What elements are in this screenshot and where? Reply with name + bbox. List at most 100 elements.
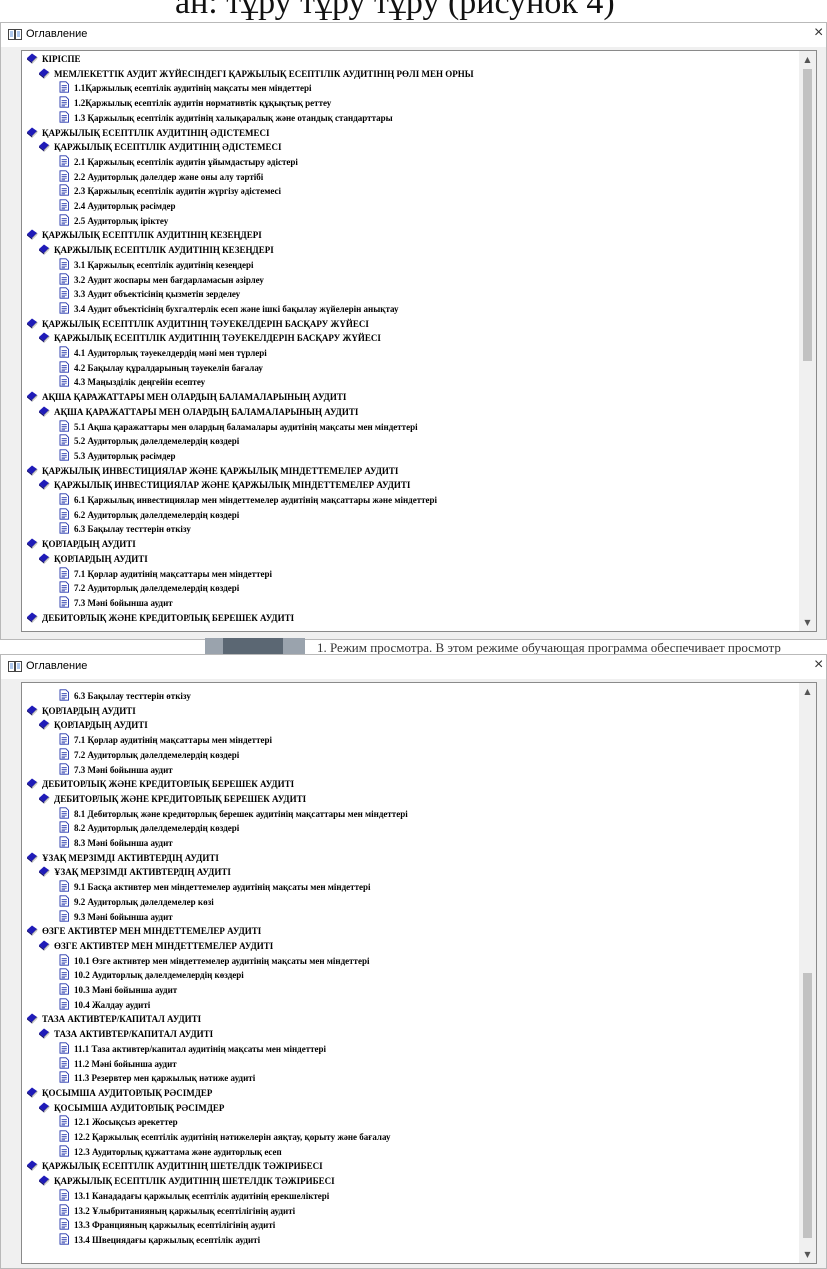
scroll-up-icon[interactable]: ▲ [799, 683, 816, 700]
tree-topic-item[interactable]: 7.3 Мәні бойынша аудит [58, 596, 173, 610]
tree-topic-item[interactable]: 13.1 Канададағы қаржылық есептілік аудит… [58, 1189, 329, 1203]
book-icon [39, 68, 50, 79]
contents-tree-pane[interactable]: КІРІСПЕ МЕМЛЕКЕТТІК АУДИТ ЖҮЙЕСІНДЕГІ ҚАР… [21, 50, 817, 632]
tree-topic-item[interactable]: 6.3 Бақылау тесттерін өткізу [58, 522, 191, 536]
book-icon [27, 1087, 38, 1098]
tree-topic-item[interactable]: 6.3 Бақылау тесттерін өткізу [58, 689, 191, 703]
tree-chapter-item[interactable]: ҚОРЛАРДЫҢ АУДИТІ [38, 552, 148, 566]
tree-topic-item[interactable]: 1.1Қаржылық есептілік аудитінің мақсаты … [58, 81, 312, 95]
tree-topic-item[interactable]: 2.3 Қаржылық есептілік аудитін жүргізу ә… [58, 184, 281, 198]
tree-topic-item[interactable]: 3.4 Аудит объектісінің бухгалтерлік есеп… [58, 302, 399, 316]
tree-topic-item[interactable]: 2.1 Қаржылық есептілік аудитін ұйымдасты… [58, 155, 298, 169]
tree-chapter-item[interactable]: АҚША ҚАРАЖАТТАРЫ МЕН ОЛАРДЫҢ БАЛАМАЛАРЫН… [38, 405, 358, 419]
tree-topic-item[interactable]: 4.2 Бақылау құралдарының тәуекелін бағал… [58, 361, 263, 375]
tree-chapter-item[interactable]: ҚАРЖЫЛЫҚ ЕСЕПТІЛІК АУДИТІНІҢ КЕЗЕҢДЕРІ [26, 228, 262, 242]
tree-chapter-item[interactable]: КІРІСПЕ [26, 52, 81, 66]
tree-topic-item[interactable]: 8.3 Мәні бойынша аудит [58, 836, 173, 850]
scroll-down-icon[interactable]: ▼ [799, 1246, 816, 1263]
tree-chapter-item[interactable]: АҚША ҚАРАЖАТТАРЫ МЕН ОЛАРДЫҢ БАЛАМАЛАРЫН… [26, 390, 346, 404]
tree-topic-item[interactable]: 12.2 Қаржылық есептілік аудитінің нәтиже… [58, 1130, 391, 1144]
tree-chapter-item[interactable]: ҚАРЖЫЛЫҚ ЕСЕПТІЛІК АУДИТІНІҢ ШЕТЕЛДІК ТӘ… [38, 1174, 335, 1188]
tree-topic-item[interactable]: 5.2 Аудиторлық дәлелдемелердің көздері [58, 434, 239, 448]
tree-chapter-item[interactable]: ӨЗГЕ АКТИВТЕР МЕН МІНДЕТТЕМЕЛЕР АУДИТІ [38, 939, 273, 953]
close-icon[interactable]: × [814, 24, 827, 42]
tree-topic-item[interactable]: 3.3 Аудит объектісінің қызметін зерделеу [58, 287, 240, 301]
tree-chapter-item[interactable]: ҚАРЖЫЛЫҚ ЕСЕПТІЛІК АУДИТІНІҢ ӘДІСТЕМЕСІ [26, 126, 269, 140]
tree-topic-item[interactable]: 13.4 Швециядағы қаржылық есептілік аудит… [58, 1233, 260, 1247]
scroll-thumb[interactable] [803, 69, 812, 361]
tree-topic-item[interactable]: 7.3 Мәні бойынша аудит [58, 762, 173, 777]
tree-topic-item[interactable]: 7.2 Аудиторлық дәлелдемелердің көздері [58, 748, 239, 762]
vertical-scrollbar[interactable]: ▲ ▼ [799, 683, 816, 1263]
tree-topic-item[interactable]: 9.3 Мәні бойынша аудит [58, 909, 173, 924]
title-bar[interactable]: Оглавление × [1, 655, 826, 679]
tree-topic-item[interactable]: 11.1 Таза активтер/капитал аудитінің мақ… [58, 1042, 326, 1056]
tree-chapter-item[interactable]: ҚОСЫМША АУДИТОРЛЫҚ РӘСІМДЕР [26, 1086, 212, 1100]
contents-tree-pane[interactable]: 6.3 Бақылау тесттерін өткізу ҚОРЛАРДЫҢ АУ… [21, 682, 817, 1264]
tree-chapter-item[interactable]: ҚАРЖЫЛЫҚ ИНВЕСТИЦИЯЛАР ЖӘНЕ ҚАРЖЫЛЫҚ МІН… [26, 464, 398, 478]
tree-topic-item[interactable]: 3.1 Қаржылық есептілік аудитінің кезеңде… [58, 258, 253, 272]
tree-topic-item[interactable]: 10.3 Мәні бойынша аудит [58, 983, 177, 997]
tree-topic-item[interactable]: 13.3 Францияның қаржылық есептілігінің а… [58, 1218, 275, 1232]
tree-chapter-item[interactable]: ДЕБИТОРЛЫҚ ЖӘНЕ КРЕДИТОРЛЫҚ БЕРЕШЕК АУДИ… [38, 792, 306, 806]
tree-item-label: 8.3 Мәні бойынша аудит [74, 838, 173, 848]
tree-chapter-item[interactable]: ӨЗГЕ АКТИВТЕР МЕН МІНДЕТТЕМЕЛЕР АУДИТІ [26, 924, 261, 938]
tree-topic-item[interactable]: 8.2 Аудиторлық дәлелдемелердің көздері [58, 821, 239, 835]
tree-chapter-item[interactable]: ҚОРЛАРДЫҢ АУДИТІ [26, 704, 136, 718]
tree-topic-item[interactable]: 12.3 Аудиторлық құжаттама және аудиторлы… [58, 1145, 282, 1159]
tree-chapter-item[interactable]: ТАЗА АКТИВТЕР/КАПИТАЛ АУДИТІ [26, 1012, 201, 1026]
tree-chapter-item[interactable]: ҰЗАҚ МЕРЗІМДІ АКТИВТЕРДІҢ АУДИТІ [38, 865, 231, 879]
tree-chapter-item[interactable]: ҚАРЖЫЛЫҚ ИНВЕСТИЦИЯЛАР ЖӘНЕ ҚАРЖЫЛЫҚ МІН… [38, 478, 410, 492]
vertical-scrollbar[interactable]: ▲ ▼ [799, 51, 816, 631]
scroll-thumb[interactable] [803, 973, 812, 1238]
tree-topic-item[interactable]: 5.1 Ақша қаражаттары мен олардың баламал… [58, 419, 418, 434]
tree-topic-item[interactable]: 1.3 Қаржылық есептілік аудитінің халықар… [58, 111, 393, 125]
tree-topic-item[interactable]: 12.1 Жосықсыз әрекеттер [58, 1115, 178, 1129]
tree-topic-item[interactable]: 8.1 Дебиторлық және кредиторлық берешек … [58, 806, 408, 821]
tree-topic-item[interactable]: 9.2 Аудиторлық дәлелдемелер көзі [58, 895, 214, 909]
tree-chapter-item[interactable]: ДЕБИТОРЛЫҚ ЖӘНЕ КРЕДИТОРЛЫҚ БЕРЕШЕК АУДИ… [26, 777, 294, 791]
book-icon [39, 406, 50, 417]
tree-topic-item[interactable]: 7.1 Қорлар аудитінің мақсаттары мен мінд… [58, 566, 272, 581]
tree-topic-item[interactable]: 9.1 Басқа активтер мен міндеттемелер ауд… [58, 880, 371, 894]
tree-topic-item[interactable]: 6.1 Қаржылық инвестициялар мен міндеттем… [58, 493, 437, 507]
tree-topic-item[interactable]: 11.3 Резервтер мен қаржылық нәтиже аудит… [58, 1071, 255, 1085]
tree-chapter-item[interactable]: ҚОСЫМША АУДИТОРЛЫҚ РӘСІМДЕР [38, 1101, 224, 1115]
tree-topic-item[interactable]: 10.4 Жалдау аудиті [58, 998, 150, 1012]
tree-topic-item[interactable]: 1.2Қаржылық есептілік аудитін нормативті… [58, 96, 331, 110]
tree-chapter-item[interactable]: ҚАРЖЫЛЫҚ ЕСЕПТІЛІК АУДИТІНІҢ ШЕТЕЛДІК ТӘ… [26, 1159, 323, 1173]
tree-topic-item[interactable]: 10.2 Аудиторлық дәлелдемелердің көздері [58, 968, 244, 982]
tree-chapter-item[interactable]: ҰЗАҚ МЕРЗІМДІ АКТИВТЕРДІҢ АУДИТІ [26, 851, 219, 865]
scroll-down-icon[interactable]: ▼ [799, 614, 816, 631]
tree-topic-item[interactable]: 2.4 Аудиторлық рәсімдер [58, 199, 176, 213]
tree-topic-item[interactable]: 4.3 Маңызділік деңгейін есептеу [58, 375, 205, 389]
tree-topic-item[interactable]: 6.2 Аудиторлық дәлелдемелердің көздері [58, 508, 239, 522]
tree-topic-item[interactable]: 3.2 Аудит жоспары мен бағдарламасын әзір… [58, 272, 264, 287]
book-icon [27, 925, 38, 937]
tree-chapter-item[interactable]: ҚОРЛАРДЫҢ АУДИТІ [38, 718, 148, 732]
tree-topic-item[interactable]: 2.5 Аудиторлық іріктеу [58, 214, 168, 228]
page-icon [59, 81, 69, 94]
tree-item-label: ҰЗАҚ МЕРЗІМДІ АКТИВТЕРДІҢ АУДИТІ [54, 867, 231, 878]
page-icon [59, 953, 69, 966]
tree-topic-item[interactable]: 10.1 Өзге активтер мен міндеттемелер ауд… [58, 953, 369, 968]
tree-chapter-item[interactable]: ҚАРЖЫЛЫҚ ЕСЕПТІЛІК АУДИТІНІҢ КЕЗЕҢДЕРІ [38, 243, 274, 257]
tree-topic-item[interactable]: 11.2 Мәні бойынша аудит [58, 1056, 177, 1071]
close-icon[interactable]: × [814, 656, 827, 674]
tree-chapter-item[interactable]: ҚАРЖЫЛЫҚ ЕСЕПТІЛІК АУДИТІНІҢ ТӘУЕКЕЛДЕРІ… [38, 331, 381, 345]
tree-chapter-item[interactable]: МЕМЛЕКЕТТІК АУДИТ ЖҮЙЕСІНДЕГІ ҚАРЖЫЛЫҚ Е… [38, 67, 474, 81]
tree-topic-item[interactable]: 4.1 Аудиторлық тәуекелдердің мәні мен тү… [58, 346, 267, 360]
tree-chapter-item[interactable]: ТАЗА АКТИВТЕР/КАПИТАЛ АУДИТІ [38, 1027, 213, 1041]
tree-topic-item[interactable]: 5.3 Аудиторлық рәсімдер [58, 449, 176, 463]
tree-chapter-item[interactable]: ДЕБИТОРЛЫҚ ЖӘНЕ КРЕДИТОРЛЫҚ БЕРЕШЕК АУДИ… [26, 611, 294, 625]
tree-chapter-item[interactable]: ҚАРЖЫЛЫҚ ЕСЕПТІЛІК АУДИТІНІҢ ТӘУЕКЕЛДЕРІ… [26, 317, 369, 331]
title-bar[interactable]: Оглавление × [1, 23, 826, 47]
tree-topic-item[interactable]: 7.2 Аудиторлық дәлелдемелердің көздері [58, 581, 239, 595]
tree-topic-item[interactable]: 2.2 Аудиторлық дәлелдер және оны алу тәр… [58, 169, 263, 184]
tree-chapter-item[interactable]: ҚАРЖЫЛЫҚ ЕСЕПТІЛІК АУДИТІНІҢ ӘДІСТЕМЕСІ [38, 140, 281, 154]
tree-topic-item[interactable]: 7.1 Қорлар аудитінің мақсаттары мен мінд… [58, 733, 272, 747]
page-icon [59, 581, 69, 593]
tree-chapter-item[interactable]: ҚОРЛАРДЫҢ АУДИТІ [26, 537, 136, 551]
tree-topic-item[interactable]: 13.2 Ұлыбританияның қаржылық есептілігін… [58, 1203, 295, 1218]
scroll-up-icon[interactable]: ▲ [799, 51, 816, 68]
